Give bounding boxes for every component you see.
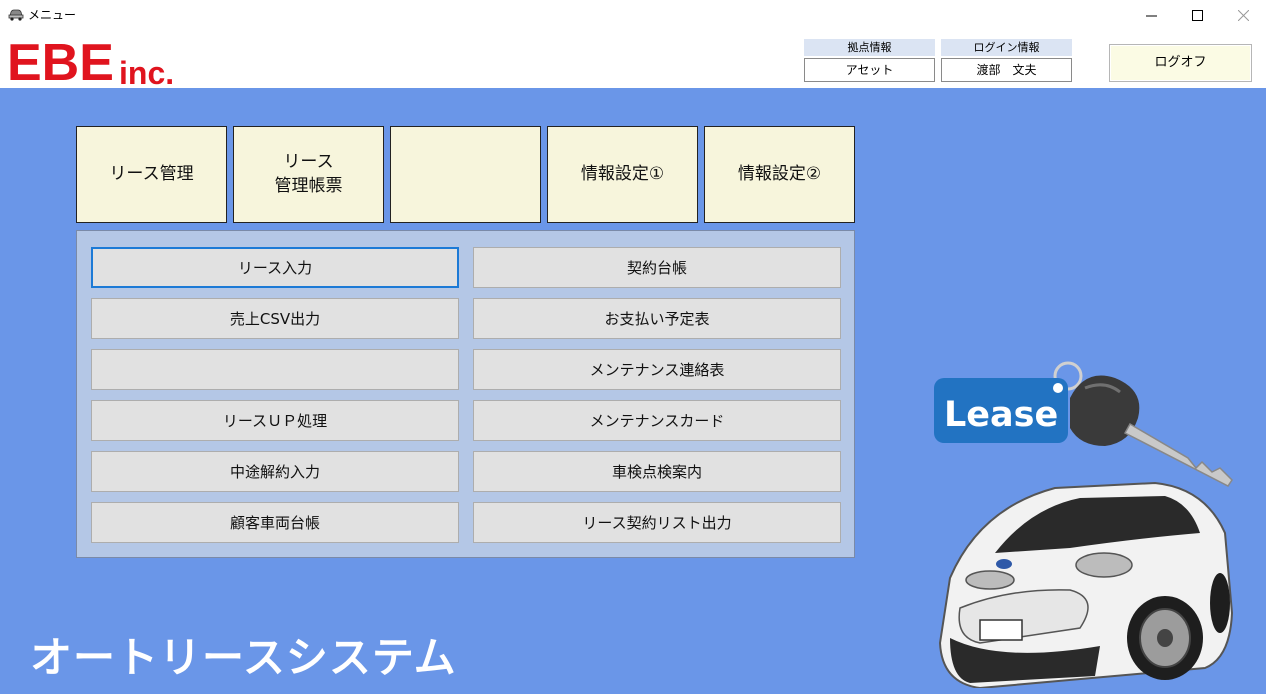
tab-lease-management[interactable]: リース管理 [76, 126, 227, 223]
system-title: オートリースシステム [30, 633, 457, 682]
logo-main-text: EBE [7, 34, 114, 86]
window-titlebar: メニュー [0, 0, 1266, 30]
tab-empty[interactable] [390, 126, 541, 223]
early-termination-button[interactable]: 中途解約入力 [91, 451, 459, 492]
lease-input-button[interactable]: リース入力 [91, 247, 459, 288]
minimize-button[interactable] [1128, 0, 1174, 30]
car-app-icon [8, 9, 24, 21]
tab-info-settings-1[interactable]: 情報設定① [547, 126, 698, 223]
login-info: ログイン情報 渡部 文夫 [941, 39, 1072, 82]
base-info-value: アセット [804, 58, 935, 82]
lease-car-illustration: Lease [934, 361, 1234, 688]
login-info-value: 渡部 文夫 [941, 58, 1072, 82]
tab-lease-reports[interactable]: リース 管理帳票 [233, 126, 384, 223]
customer-vehicle-ledger-button[interactable]: 顧客車両台帳 [91, 502, 459, 543]
close-icon [1237, 9, 1249, 21]
lease-tag-text: Lease [944, 395, 1058, 435]
contract-ledger-button[interactable]: 契約台帳 [473, 247, 841, 288]
maximize-icon [1191, 9, 1203, 21]
window-title: メニュー [28, 8, 77, 22]
logoff-button[interactable]: ログオフ [1109, 44, 1252, 82]
base-info: 拠点情報 アセット [804, 39, 935, 82]
app-header: EBE inc. 拠点情報 アセット ログイン情報 渡部 文夫 ログオフ [0, 30, 1266, 88]
inspection-guide-button[interactable]: 車検点検案内 [473, 451, 841, 492]
minimize-icon [1145, 15, 1157, 16]
car-key-icon [1070, 375, 1233, 487]
lease-contract-list-button[interactable]: リース契約リスト出力 [473, 502, 841, 543]
lease-tag-icon: Lease [934, 378, 1068, 443]
logo-sub-text: inc. [119, 55, 174, 86]
empty-menu-button[interactable] [91, 349, 459, 390]
maintenance-card-button[interactable]: メンテナンスカード [473, 400, 841, 441]
main-area: リース管理 リース 管理帳票 情報設定① 情報設定② リース入力 売上CSV出力… [0, 88, 1266, 694]
maximize-button[interactable] [1174, 0, 1220, 30]
lease-up-process-button[interactable]: リースＵＰ処理 [91, 400, 459, 441]
sales-csv-export-button[interactable]: 売上CSV出力 [91, 298, 459, 339]
payment-schedule-button[interactable]: お支払い予定表 [473, 298, 841, 339]
login-info-label: ログイン情報 [941, 39, 1072, 56]
car-icon [938, 481, 1234, 688]
maintenance-contact-button[interactable]: メンテナンス連絡表 [473, 349, 841, 390]
tab-info-settings-2[interactable]: 情報設定② [704, 126, 855, 223]
company-logo: EBE inc. [7, 34, 174, 86]
base-info-label: 拠点情報 [804, 39, 935, 56]
menu-panel: リース入力 売上CSV出力 リースＵＰ処理 中途解約入力 顧客車両台帳 契約台帳… [76, 230, 855, 558]
close-button[interactable] [1220, 0, 1266, 30]
